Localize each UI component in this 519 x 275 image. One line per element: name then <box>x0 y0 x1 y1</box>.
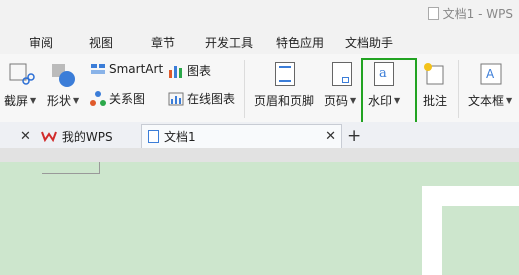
scissors-icon <box>9 63 35 85</box>
document-icon <box>427 7 439 20</box>
menu-section[interactable]: 章节 <box>151 34 175 51</box>
wps-logo-icon <box>40 131 57 142</box>
add-tab-button[interactable]: + <box>347 124 361 148</box>
menu-doc-assistant[interactable]: 文档助手 <box>345 34 393 51</box>
menu-review[interactable]: 审阅 <box>29 34 53 51</box>
page-number-label: 页码 <box>324 94 349 108</box>
comment-label: 批注 <box>423 94 448 108</box>
relation-chart-button[interactable]: 关系图 <box>90 90 145 107</box>
chevron-down-icon: ▼ <box>506 96 513 105</box>
svg-text:A: A <box>486 67 495 81</box>
comment-icon <box>424 63 444 85</box>
close-icon[interactable]: ✕ <box>325 129 336 144</box>
document-tab-bar: ✕ 我的WPS 文档1 ✕ + <box>0 122 519 149</box>
textbox-label: 文本框 <box>468 94 505 108</box>
header-footer-icon <box>275 62 295 86</box>
online-chart-label: 在线图表 <box>187 92 236 106</box>
chevron-down-icon: ▼ <box>350 96 357 105</box>
title-bar: 文档1 - WPS <box>0 0 519 28</box>
relation-label: 关系图 <box>109 92 146 106</box>
ribbon-separator <box>458 60 459 118</box>
tab-my-wps-label: 我的WPS <box>61 129 113 144</box>
bar-chart-icon <box>169 65 182 78</box>
online-chart-icon <box>168 92 184 105</box>
online-chart-button[interactable]: 在线图表 <box>168 90 235 107</box>
header-footer-label: 页眉和页脚 <box>254 94 315 108</box>
ribbon-toolbar: 截屏 ▼ 形状 ▼ SmartArt 关系图 图表 在线图表 页眉和页脚 页码 … <box>0 54 519 123</box>
shape-label: 形状 <box>47 94 72 108</box>
tab-doc1-label: 文档1 <box>164 130 196 144</box>
smartart-label: SmartArt <box>109 62 164 76</box>
word-doc-icon <box>148 130 159 143</box>
window-title: 文档1 - WPS <box>427 5 513 22</box>
menu-bar: 审阅 视图 章节 开发工具 特色应用 文档助手 <box>0 28 519 54</box>
chevron-down-icon: ▼ <box>30 96 37 105</box>
tab-doc1[interactable]: 文档1 ✕ <box>141 124 342 148</box>
ruler-strip <box>0 148 519 162</box>
screenshot-label: 截屏 <box>4 94 29 108</box>
ribbon-separator <box>244 60 245 118</box>
chart-button[interactable]: 图表 <box>168 62 211 79</box>
watermark-highlight <box>361 58 417 126</box>
menu-special-apps[interactable]: 特色应用 <box>276 34 324 51</box>
smartart-button[interactable]: SmartArt <box>90 62 163 76</box>
shapes-icon <box>52 64 75 87</box>
menu-developer-tools[interactable]: 开发工具 <box>205 34 253 51</box>
tab-my-wps[interactable]: ✕ 我的WPS <box>20 124 113 148</box>
menu-view[interactable]: 视图 <box>89 34 113 51</box>
page-margin-area <box>442 206 519 275</box>
chart-label: 图表 <box>187 64 212 78</box>
relation-icon <box>90 90 106 106</box>
chevron-down-icon: ▼ <box>73 96 80 105</box>
page-number-icon <box>332 62 352 86</box>
window-title-text: 文档1 - WPS <box>442 7 513 21</box>
close-icon[interactable]: ✕ <box>20 129 31 144</box>
page-corner-marker <box>42 162 100 174</box>
smartart-icon <box>91 64 105 74</box>
textbox-icon: A <box>480 63 502 85</box>
